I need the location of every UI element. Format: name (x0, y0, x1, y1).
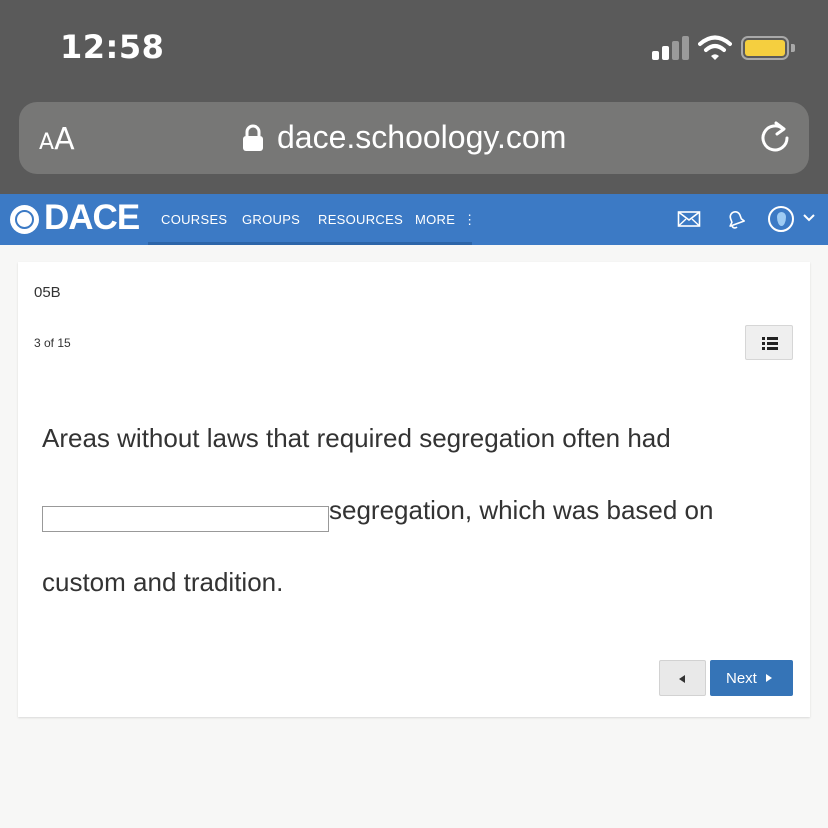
notification-bell-icon[interactable] (723, 207, 747, 231)
list-icon (762, 337, 778, 350)
nav-courses[interactable]: COURSES (161, 212, 227, 227)
status-time: 12:58 (60, 28, 165, 66)
next-button-label: Next (726, 670, 757, 687)
assessment-title: 05B (34, 284, 61, 301)
nav-underline (148, 242, 472, 245)
nav-groups[interactable]: GROUPS (242, 212, 300, 227)
question-part-1: Areas without laws that required segrega… (42, 423, 671, 453)
dace-seal-logo[interactable] (10, 205, 39, 234)
battery-icon (741, 36, 795, 60)
nav-resources[interactable]: RESOURCES (318, 212, 403, 227)
question-card: 05B 3 of 15 Areas without laws that requ… (18, 262, 810, 717)
avatar[interactable] (768, 206, 794, 232)
next-button[interactable]: Next (710, 660, 793, 696)
cellular-signal-icon (652, 36, 690, 60)
lock-icon (243, 124, 263, 151)
nav-more[interactable]: MORE ⋮ (415, 212, 476, 228)
answer-input[interactable] (42, 506, 329, 532)
top-navigation: DACE COURSES GROUPS RESOURCES MORE ⋮ (0, 194, 828, 245)
next-arrow-icon (766, 674, 772, 682)
previous-button[interactable] (659, 660, 706, 696)
ios-status-and-address-area: 12:58 AA dace.schoology.com (0, 0, 828, 194)
url-text[interactable]: dace.schoology.com (277, 119, 566, 156)
more-dots-icon: ⋮ (463, 212, 477, 227)
reload-icon[interactable] (757, 120, 793, 156)
question-text: Areas without laws that required segrega… (42, 402, 782, 618)
question-list-button[interactable] (745, 325, 793, 360)
nav-more-label: MORE (415, 212, 456, 227)
chevron-down-icon[interactable] (802, 213, 816, 223)
question-counter: 3 of 15 (34, 336, 71, 350)
address-bar[interactable]: AA dace.schoology.com (19, 102, 809, 174)
mail-icon[interactable] (677, 207, 701, 231)
wifi-icon (698, 35, 732, 60)
dace-logo[interactable]: DACE (44, 198, 140, 238)
text-size-button[interactable]: AA (39, 122, 75, 157)
